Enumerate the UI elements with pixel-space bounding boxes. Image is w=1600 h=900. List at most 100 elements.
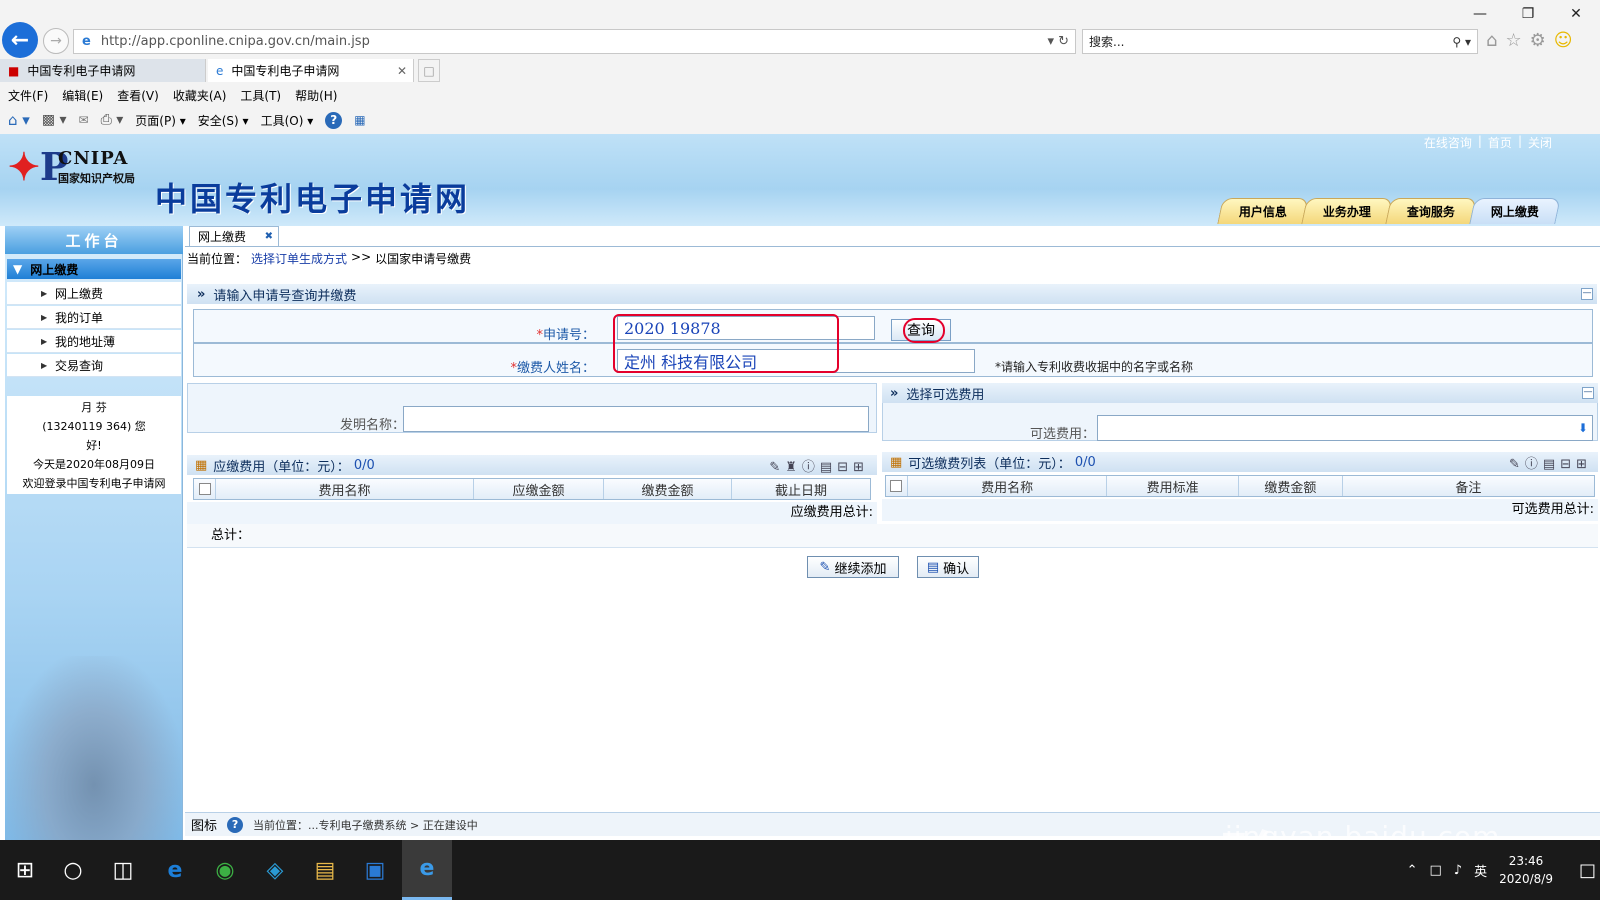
print-icon[interactable]: ⎙ ▾	[101, 112, 124, 128]
sidebar-item-online-payment[interactable]: ▶ 网上缴费	[7, 282, 181, 305]
page-menu[interactable]: 页面(P) ▾	[135, 112, 185, 129]
address-dropdown-icon[interactable]: ▾ ↻	[1041, 34, 1075, 49]
tab-query-service-label: 查询服务	[1406, 205, 1455, 219]
due-fees-columns: 费用名称 应缴金额 缴费金额 截止日期	[193, 478, 871, 500]
task-view-icon[interactable]: ◫	[98, 840, 148, 900]
arrow-right-icon: ▶	[41, 288, 48, 298]
menu-tools[interactable]: 工具(T)	[240, 87, 281, 104]
browser-360-icon[interactable]: ◉	[200, 840, 250, 900]
menu-favorites[interactable]: 收藏夹(A)	[173, 87, 227, 104]
help-circle-icon[interactable]: ?	[325, 111, 343, 129]
select-all-checkbox[interactable]	[194, 479, 216, 499]
double-chevron-icon: »	[890, 385, 899, 401]
sidebar-item-transaction-query[interactable]: ▶ 交易查询	[7, 354, 181, 377]
content-tab-label: 网上缴费	[198, 230, 247, 244]
home-icon[interactable]: ⌂	[1486, 30, 1497, 51]
search-icon[interactable]: ⚲ ▾	[1446, 35, 1477, 49]
content-tab[interactable]: 网上缴费 ✖	[189, 226, 279, 246]
col-fee-name: 费用名称	[216, 479, 474, 499]
expand-triangle-icon: ▼	[13, 262, 23, 276]
sidebar-section-online-payment[interactable]: ▼ 网上缴费	[7, 259, 181, 279]
checkbox-box[interactable]	[198, 483, 211, 495]
home-link[interactable]: 首页	[1488, 134, 1512, 151]
sidebar-item-my-orders[interactable]: ▶ 我的订单	[7, 306, 181, 329]
pencil-icon: ✎	[819, 559, 831, 575]
breadcrumb-prefix: 当前位置：	[187, 252, 248, 266]
close-tab-icon[interactable]: ✕	[397, 64, 407, 78]
close-content-tab-icon[interactable]: ✖	[265, 231, 273, 242]
table-tool-icons[interactable]: ✎♜ⓘ▤⊟⊞	[769, 456, 869, 475]
mail-icon[interactable]: ✉	[79, 113, 89, 127]
col-fee-name: 费用名称	[908, 476, 1108, 496]
link-sep: |	[1517, 134, 1522, 148]
collapse-icon[interactable]: —	[1581, 288, 1593, 300]
user-greeting: 好!	[86, 439, 102, 452]
select-all-checkbox[interactable]	[886, 476, 908, 496]
word-app-icon[interactable]: ▣	[350, 840, 400, 900]
browser-tab-2[interactable]: e 中国专利电子申请网 ✕	[208, 59, 414, 82]
search-box[interactable]: 搜索... ⚲ ▾	[1082, 29, 1478, 54]
app-no-label: *申请号：	[536, 328, 595, 343]
tray-expand-icon[interactable]: ⌃	[1407, 863, 1418, 878]
invention-name-input[interactable]	[403, 406, 869, 432]
menu-file[interactable]: 文件(F)	[8, 87, 48, 104]
close-window-button[interactable]: ✕	[1552, 0, 1600, 28]
menu-edit[interactable]: 编辑(E)	[62, 87, 103, 104]
browser-tab-1[interactable]: ■ 中国专利电子申请网	[0, 59, 206, 82]
tab-business[interactable]: 业务办理	[1301, 198, 1393, 224]
logo-en: CNIPA	[58, 148, 129, 169]
tab-business-label: 业务办理	[1322, 205, 1371, 219]
ime-indicator[interactable]: 英	[1474, 861, 1487, 880]
tab-online-payment[interactable]: 网上缴费	[1469, 198, 1561, 224]
confirm-button[interactable]: ▤ 确认	[917, 556, 979, 578]
due-fees-count: 0/0	[353, 457, 375, 473]
sidebar-item-address-book[interactable]: ▶ 我的地址薄	[7, 330, 181, 353]
restore-button[interactable]: ❐	[1504, 0, 1552, 28]
file-explorer-icon[interactable]: ▤	[300, 840, 350, 900]
close-link[interactable]: 关闭	[1528, 134, 1552, 151]
help-icon[interactable]: ?	[227, 816, 244, 833]
link-sep: |	[1477, 134, 1482, 148]
smiley-feedback-icon[interactable]: ☺	[1554, 30, 1573, 51]
network-app-icon[interactable]: ◈	[250, 840, 300, 900]
collapse-icon[interactable]: —	[1582, 387, 1594, 399]
settings-gear-icon[interactable]: ⚙	[1530, 30, 1546, 51]
back-button[interactable]: ←	[2, 22, 38, 58]
page-menu-label: 页面(P)	[135, 113, 176, 128]
home-cmd-icon[interactable]: ⌂ ▾	[8, 111, 30, 129]
clock[interactable]: 23:46 2020/8/9	[1499, 852, 1553, 888]
forward-button[interactable]: →	[43, 28, 69, 54]
research-icon[interactable]: ▦	[354, 113, 365, 127]
menu-help[interactable]: 帮助(H)	[295, 87, 337, 104]
online-consult-link[interactable]: 在线咨询	[1424, 134, 1472, 151]
windows-start-icon[interactable]: ⊞	[0, 840, 50, 900]
favorites-star-icon[interactable]: ☆	[1505, 30, 1521, 51]
checkbox-box[interactable]	[890, 480, 903, 492]
volume-icon[interactable]: ♪	[1454, 863, 1462, 878]
safety-menu-label: 安全(S)	[197, 113, 239, 128]
minimize-button[interactable]: —	[1456, 0, 1504, 28]
tab-user-info[interactable]: 用户信息	[1217, 198, 1309, 224]
today-date: 今天是2020年08月09日	[33, 458, 155, 471]
app-no-label-text: 申请号：	[542, 328, 595, 343]
new-tab-button[interactable]: □	[418, 59, 440, 82]
add-more-button[interactable]: ✎ 继续添加	[807, 556, 899, 578]
optional-fee-select[interactable]: ⬇	[1097, 415, 1593, 441]
menu-view[interactable]: 查看(V)	[117, 87, 159, 104]
search-circle-icon[interactable]: ○	[48, 840, 98, 900]
ie-taskbar-icon[interactable]: e	[402, 840, 452, 900]
tools-menu[interactable]: 工具(O) ▾	[261, 112, 314, 129]
rss-feed-icon[interactable]: ▩ ▾	[42, 112, 67, 128]
notification-icon[interactable]: □	[1579, 860, 1596, 881]
dropdown-arrow-icon[interactable]: ⬇	[1578, 421, 1588, 435]
safety-menu[interactable]: 安全(S) ▾	[198, 112, 249, 129]
edge-icon[interactable]: e	[150, 840, 200, 900]
table-tool-icons[interactable]: ✎ⓘ▤⊟⊞	[1509, 453, 1592, 472]
breadcrumb-current: 以国家申请号缴费	[375, 252, 472, 266]
breadcrumb-link[interactable]: 选择订单生成方式	[251, 250, 347, 267]
tab-query-service[interactable]: 查询服务	[1385, 198, 1477, 224]
network-icon[interactable]: □	[1429, 863, 1441, 878]
system-tray: ⌃ □ ♪ 英 23:46 2020/8/9 □	[1407, 840, 1596, 900]
sidebar-item-label: 交易查询	[55, 358, 104, 373]
address-bar[interactable]: e http://app.cponline.cnipa.gov.cn/main.…	[73, 29, 1076, 54]
